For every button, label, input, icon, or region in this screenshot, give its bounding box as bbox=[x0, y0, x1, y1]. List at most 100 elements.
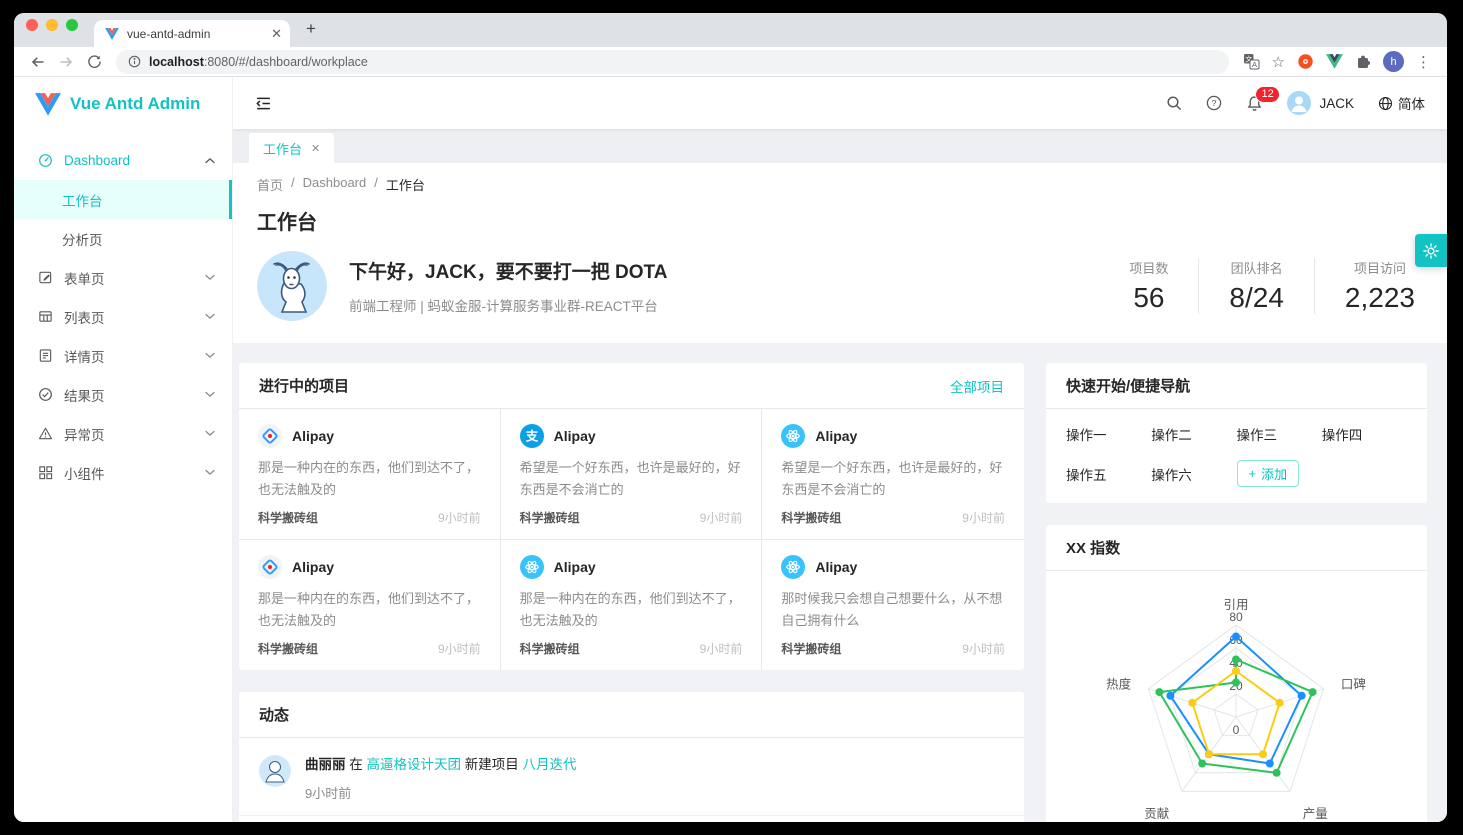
project-group-link[interactable]: 科学搬砖组 bbox=[258, 640, 318, 657]
breadcrumb-item[interactable]: 首页 bbox=[257, 175, 283, 194]
sidebar-item-dashboard[interactable]: Dashboard bbox=[14, 141, 232, 180]
sidebar-item-form[interactable]: 表单页 bbox=[14, 258, 232, 297]
extension-orange-icon[interactable] bbox=[1297, 53, 1314, 70]
sidebar-item-detail[interactable]: 详情页 bbox=[14, 336, 232, 375]
quicknav-link[interactable]: 操作二 bbox=[1151, 424, 1236, 444]
sidebar-item-analysis[interactable]: 分析页 bbox=[14, 219, 232, 258]
extensions-puzzle-icon[interactable] bbox=[1355, 54, 1371, 70]
project-name[interactable]: Alipay bbox=[292, 428, 334, 444]
sidebar-item-label: 表单页 bbox=[64, 268, 105, 288]
stat-label: 项目访问 bbox=[1345, 258, 1415, 277]
sidebar-item-label: 小组件 bbox=[64, 463, 105, 483]
plus-icon: + bbox=[1249, 466, 1257, 481]
breadcrumb-item[interactable]: Dashboard bbox=[303, 175, 367, 194]
quicknav-link[interactable]: 操作六 bbox=[1151, 464, 1236, 484]
language-switcher[interactable]: 简体 bbox=[1378, 93, 1425, 113]
svg-text:80: 80 bbox=[1229, 610, 1243, 624]
sidebar-item-result[interactable]: 结果页 bbox=[14, 375, 232, 414]
site-info-icon[interactable] bbox=[128, 55, 141, 68]
bookmark-star-icon[interactable]: ☆ bbox=[1272, 53, 1285, 71]
widget-icon bbox=[38, 465, 53, 480]
close-window-button[interactable] bbox=[26, 19, 38, 31]
url-host: localhost bbox=[149, 55, 204, 69]
project-updated-time: 9小时前 bbox=[700, 640, 743, 657]
url-field[interactable]: localhost:8080/#/dashboard/workplace bbox=[116, 50, 1229, 74]
activity-link[interactable]: 八月迭代 bbox=[523, 757, 577, 772]
zoom-window-button[interactable] bbox=[66, 19, 78, 31]
project-card-cell[interactable]: Alipay那时候我只会想自己想要什么，从不想自己拥有什么科学搬砖组9小时前 bbox=[762, 540, 1024, 670]
page-content: 进行中的项目 全部项目 Alipay那是一种内在的东西，他们到达不了，也无法触及… bbox=[233, 343, 1447, 822]
project-group-link[interactable]: 科学搬砖组 bbox=[781, 509, 841, 526]
sidebar-item-list[interactable]: 列表页 bbox=[14, 297, 232, 336]
sidebar: Vue Antd Admin Dashboard 工作台分析页表单页列表页详情页结… bbox=[14, 77, 233, 822]
project-group-link[interactable]: 科学搬砖组 bbox=[520, 509, 580, 526]
projects-card-title: 进行中的项目 bbox=[259, 375, 349, 396]
browser-tab[interactable]: vue-antd-admin ✕ bbox=[94, 20, 290, 47]
chevron-down-icon bbox=[205, 430, 215, 437]
sidebar-item-exception[interactable]: 异常页 bbox=[14, 414, 232, 453]
main-area: ? 12 JACK bbox=[233, 77, 1447, 822]
notification-badge: 12 bbox=[1255, 86, 1279, 103]
gear-icon bbox=[1422, 242, 1440, 260]
menu-fold-icon[interactable] bbox=[255, 95, 272, 112]
project-card-cell[interactable]: 支Alipay希望是一个好东西，也许是最好的，好东西是不会消亡的科学搬砖组9小时… bbox=[501, 409, 763, 540]
activities-list: 曲丽丽 在 高逼格设计天团 新建项目 八月迭代9小时前付晓晓 在 高逼格设计天团… bbox=[239, 738, 1024, 822]
add-operation-button[interactable]: +添加 bbox=[1237, 460, 1300, 487]
theme-settings-button[interactable] bbox=[1415, 234, 1447, 267]
browser-extensions: 文A ☆ h ⋮ bbox=[1239, 51, 1435, 72]
project-updated-time: 9小时前 bbox=[438, 509, 481, 526]
project-group-link[interactable]: 科学搬砖组 bbox=[520, 640, 580, 657]
sidebar-item-workbench[interactable]: 工作台 bbox=[14, 180, 232, 219]
new-tab-button[interactable]: + bbox=[298, 16, 324, 42]
help-icon[interactable]: ? bbox=[1206, 95, 1222, 111]
tab-close-icon[interactable]: ✕ bbox=[271, 27, 282, 40]
forward-icon[interactable] bbox=[54, 50, 78, 74]
back-icon[interactable] bbox=[26, 50, 50, 74]
project-name[interactable]: Alipay bbox=[554, 559, 596, 575]
notification-bell-icon[interactable]: 12 bbox=[1246, 95, 1263, 112]
antd-icon bbox=[258, 424, 282, 448]
translate-icon[interactable]: 文A bbox=[1243, 53, 1260, 70]
all-projects-link[interactable]: 全部项目 bbox=[950, 376, 1004, 396]
user-menu[interactable]: JACK bbox=[1287, 91, 1354, 115]
project-group-link[interactable]: 科学搬砖组 bbox=[258, 509, 318, 526]
sidebar-item-widget[interactable]: 小组件 bbox=[14, 453, 232, 492]
project-group-link[interactable]: 科学搬砖组 bbox=[781, 640, 841, 657]
greeting-avatar bbox=[257, 251, 327, 321]
project-name[interactable]: Alipay bbox=[292, 559, 334, 575]
quicknav-link[interactable]: 操作五 bbox=[1066, 464, 1151, 484]
project-name[interactable]: Alipay bbox=[554, 428, 596, 444]
project-name[interactable]: Alipay bbox=[815, 559, 857, 575]
chevron-down-icon bbox=[205, 391, 215, 398]
minimize-window-button[interactable] bbox=[46, 19, 58, 31]
svg-text:热度: 热度 bbox=[1106, 677, 1132, 692]
browser-menu-icon[interactable]: ⋮ bbox=[1416, 53, 1431, 71]
quicknav-link[interactable]: 操作三 bbox=[1237, 424, 1322, 444]
quicknav-link[interactable]: 操作四 bbox=[1322, 424, 1407, 444]
activity-link[interactable]: 高逼格设计天团 bbox=[367, 757, 462, 772]
page-tab-close-icon[interactable]: ✕ bbox=[311, 142, 320, 155]
quicknav-card: 快速开始/便捷导航 操作一操作二操作三操作四操作五操作六+添加 bbox=[1046, 363, 1427, 503]
project-card-cell[interactable]: Alipay希望是一个好东西，也许是最好的，好东西是不会消亡的科学搬砖组9小时前 bbox=[762, 409, 1024, 540]
stat-value: 8/24 bbox=[1229, 282, 1284, 314]
browser-profile-avatar[interactable]: h bbox=[1383, 51, 1404, 72]
page-tab-workbench[interactable]: 工作台 ✕ bbox=[249, 133, 334, 163]
quicknav-link[interactable]: 操作一 bbox=[1066, 424, 1151, 444]
search-icon[interactable] bbox=[1166, 95, 1182, 111]
chevron-down-icon bbox=[205, 352, 215, 359]
project-card-cell[interactable]: Alipay那是一种内在的东西，他们到达不了，也无法触及的科学搬砖组9小时前 bbox=[239, 409, 501, 540]
project-card-cell[interactable]: Alipay那是一种内在的东西，他们到达不了，也无法触及的科学搬砖组9小时前 bbox=[501, 540, 763, 670]
sidebar-item-label: Dashboard bbox=[64, 153, 130, 168]
project-description: 那时候我只会想自己想要什么，从不想自己拥有什么 bbox=[781, 588, 1005, 631]
chevron-up-icon bbox=[205, 157, 215, 164]
reload-icon[interactable] bbox=[82, 50, 106, 74]
browser-window: vue-antd-admin ✕ + localhost:8080/#/dash… bbox=[14, 13, 1447, 822]
project-name[interactable]: Alipay bbox=[815, 428, 857, 444]
dashboard-icon bbox=[38, 153, 53, 168]
project-card-cell[interactable]: Alipay那是一种内在的东西，他们到达不了，也无法触及的科学搬砖组9小时前 bbox=[239, 540, 501, 670]
check-circle-icon bbox=[38, 387, 53, 402]
svg-text:产量: 产量 bbox=[1303, 807, 1328, 821]
app-logo[interactable]: Vue Antd Admin bbox=[14, 77, 232, 131]
project-updated-time: 9小时前 bbox=[962, 509, 1005, 526]
vue-devtools-icon[interactable] bbox=[1326, 54, 1343, 69]
